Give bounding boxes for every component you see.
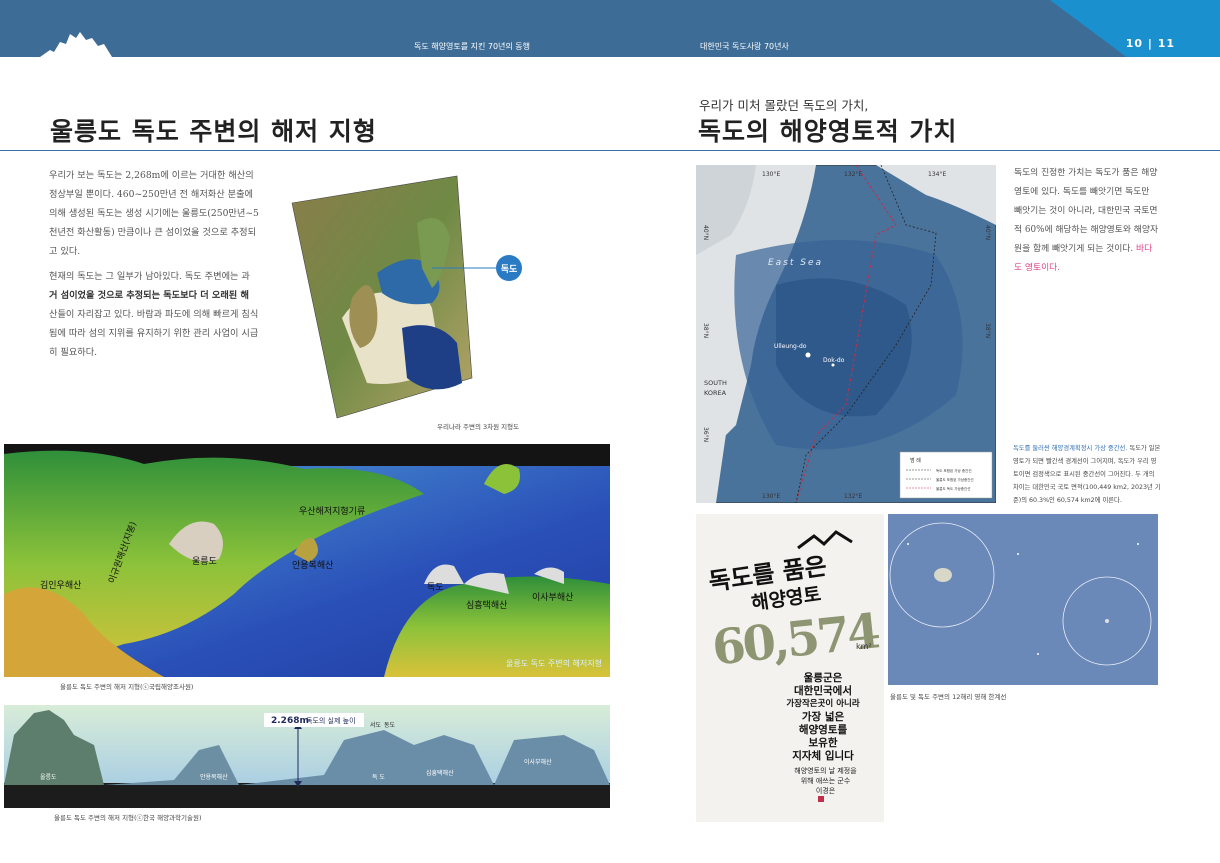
running-title-right: 대한민국 독도사랑 70년사 (700, 42, 789, 51)
profile-label-simheungtaek: 심흥택해산 (426, 769, 454, 777)
map-lat-40: 40°N (702, 225, 709, 240)
calligraphy-seal-icon (818, 796, 824, 802)
profile-label-dokdo: 독 도 (372, 774, 385, 781)
left-page-title: 울릉도 독도 주변의 해저 지형 (50, 117, 377, 146)
seafloor-label-anyongbok: 안용복해산 (292, 560, 333, 571)
profile-caption: 울릉도 독도 주변의 해저 지형(ⓒ한국 해양과학기술원) (54, 814, 202, 822)
calligraphy-number: 60,574 (709, 603, 881, 677)
profile-label-dongdo: 동도 (384, 722, 396, 729)
calligraphy-body-line: 울릉군은 (803, 672, 843, 684)
seafloor-profile-image: 2.268m 독도의 실제 높이 서도 동도 울릉도 안용복해산 독 도 심흥택… (4, 705, 610, 808)
map-legend: 범 례 독도 포함된 가상 중간선 울릉도 포함된 가상중간선 울릉도 독도 가… (899, 451, 993, 499)
calligraphy-body-line: 대한민국에서 (794, 685, 852, 697)
map-lon-132-bottom: 132°E (844, 493, 862, 500)
seafloor-label-isabu: 이사부해산 (532, 592, 573, 603)
korea-3d-terrain-map: 독도 (291, 175, 522, 419)
seafloor-watermark: 울릉도 독도 주변의 해저지형 (506, 658, 602, 668)
calligraphy-sign-line: 위해 애쓰는 군수 (800, 777, 851, 785)
seafloor-label-usan: 우산해저지형기류 (299, 506, 365, 517)
map-lon-130-bottom: 130°E (762, 493, 780, 500)
map-label-ulleungdo: Ulleung-do (774, 343, 807, 350)
left-paragraph-2-line-c: 산들이 자리잡고 있다. 바람과 파도에 의해 빠르게 침식됨에 따라 섬의 지… (49, 309, 259, 358)
profile-label-ulleungdo: 울릉도 (40, 774, 57, 781)
map3d-caption: 우리나라 주변의 3차원 지형도 (437, 423, 520, 431)
map-land-label-1: SOUTH (704, 379, 727, 387)
map-legend-title: 범 례 (910, 457, 921, 464)
seafloor-label-dokdo: 독도 (427, 582, 444, 593)
calligraphy-panel: 독도를 품은 해양영토 60,574 km² 울릉군은 대한민국에서 가장작은곳… (696, 514, 884, 822)
seafloor-label-ulleungdo: 울릉도 (192, 556, 217, 567)
map-land-label-2: KOREA (704, 389, 727, 397)
calligraphy-signature: 해양영토의 날 제정을 위해 애쓰는 군수 이경은 (778, 766, 873, 796)
map-legend-item-1: 독도 포함된 가상 중간선 (936, 468, 972, 473)
map-sea-label: East Sea (768, 258, 823, 268)
map-caption-highlight: 독도를 둘러싼 해양경계획정시 가상 중간선. (1013, 445, 1128, 452)
profile-label-isabu: 이사부해산 (524, 758, 552, 766)
map-lon-130: 130°E (762, 171, 780, 178)
page-numbers: 10 | 11 (1125, 37, 1175, 50)
left-paragraph-2-line-a: 현재의 독도는 그 일부가 남아있다. 독도 주변에는 과 (49, 271, 250, 282)
map-lon-132: 132°E (844, 171, 862, 178)
right-paragraph-main: 독도의 진정한 가치는 독도가 품은 해양영토에 있다. 독도를 빼앗기면 독도… (1014, 168, 1159, 254)
map-label-dokdo: Dok-do (823, 357, 845, 364)
calligraphy-body-line: 보유한 (808, 737, 838, 749)
title-divider (0, 150, 1220, 151)
right-page-title: 독도의 해양영토적 가치 (698, 117, 958, 146)
map-lat-40-right: 40°N (984, 225, 991, 240)
seafloor-3d-image: 우산해저지형기류 이규원해산(지붕) 울릉도 안용복해산 김인우해산 독도 심흥… (4, 444, 610, 677)
left-paragraph-2-bold: 거 섬이었을 것으로 추정되는 독도보다 더 오래된 해 (49, 290, 249, 301)
profile-height-value: 2.268m (271, 716, 309, 726)
calligraphy-sign-line: 이경은 (815, 787, 836, 795)
left-paragraph-1: 우리가 보는 독도는 2,268m에 이르는 거대한 해산의 정상부일 뿐이다.… (49, 170, 259, 257)
map-legend-item-2: 울릉도 포함된 가상중간선 (936, 477, 974, 482)
map-lat-36: 36°N (702, 427, 709, 442)
seafloor-label-simheungtaek: 심흥택해산 (466, 599, 507, 611)
map-lat-38-right: 38°N (984, 323, 991, 338)
seafloor-caption: 울릉도 독도 주변의 해저 지형(ⓒ국립해양조사원) (60, 683, 194, 691)
map-lat-38: 38°N (702, 323, 709, 338)
calligraphy-body-line: 가장 넓은 (801, 711, 845, 723)
dokdo-badge-label: 독도 (501, 264, 518, 275)
right-paragraph: 독도의 진정한 가치는 독도가 품은 해양영토에 있다. 독도를 빼앗기면 독도… (1014, 164, 1160, 278)
calligraphy-sign-line: 해양영토의 날 제정을 (794, 767, 857, 775)
calligraphy-body-line: 해양영토를 (798, 724, 848, 736)
map-caption: 독도를 둘러싼 해양경계획정시 가상 중간선. 독도가 일본영토가 되면 빨간색… (1013, 442, 1161, 507)
aerial-caption: 울릉도 및 독도 주변의 12해리 영해 한계선 (890, 693, 1007, 701)
calligraphy-body-line: 가장작은곳이 아니라 (786, 699, 860, 709)
map-legend-item-3: 울릉도 독도 가상중간선 (936, 486, 970, 491)
calligraphy-body: 울릉군은 대한민국에서 가장작은곳이 아니라 가장 넓은 해양영토를 보유한 지… (768, 672, 878, 763)
map-caption-body: 독도가 일본영토가 되면 빨간색 경계선이 그어지며, 독도가 우리 영토이면 … (1013, 445, 1161, 504)
page-header-bar (0, 0, 1220, 57)
seafloor-label-giminu: 김인우해산 (40, 579, 81, 591)
profile-label-anyongbok: 안용복해산 (200, 773, 228, 781)
calligraphy-unit: km² (856, 642, 872, 651)
map-lon-134: 134°E (928, 171, 946, 178)
calligraphy-body-line: 지자체 입니다 (792, 750, 854, 762)
profile-label-seodo: 서도 (370, 721, 382, 729)
maritime-boundary-map: 130°E 132°E 134°E 130°E 132°E 40°N 38°N … (696, 165, 996, 503)
mountain-logo-icon (40, 32, 112, 57)
aerial-12nm-limit-image (888, 514, 1158, 685)
running-title-left: 독도 해양영토를 지킨 70년의 동행 (414, 42, 531, 51)
left-paragraph-2: 현재의 독도는 그 일부가 남아있다. 독도 주변에는 과 거 섬이었을 것으로… (49, 267, 259, 362)
dokdo-map-badge: 독도 (496, 255, 522, 281)
profile-height-label: 독도의 실제 높이 (306, 716, 356, 725)
